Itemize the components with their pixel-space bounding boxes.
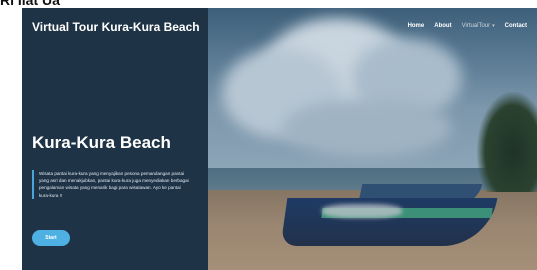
start-button[interactable]: Start <box>32 230 70 246</box>
nav-virtualtour-label: VirtualTour <box>461 23 491 29</box>
nav-about[interactable]: About <box>434 23 451 29</box>
hero-title: Kura-Kura Beach <box>32 133 171 152</box>
hero-description: Wisata pantai kura-kura yang menyajikan … <box>39 171 189 198</box>
nav-virtualtour[interactable]: VirtualTour ▾ <box>462 23 495 29</box>
site-brand[interactable]: Virtual Tour Kura-Kura Beach <box>32 20 200 34</box>
main-nav: Home About VirtualTour ▾ Contact <box>408 23 527 29</box>
clipped-top-caption: Ri Iiat Ua <box>0 0 60 8</box>
nav-home[interactable]: Home <box>408 23 425 29</box>
hero-description-block: Wisata pantai kura-kura yang menyajikan … <box>32 170 192 199</box>
nav-contact[interactable]: Contact <box>505 23 527 29</box>
hero-section: Virtual Tour Kura-Kura Beach Home About … <box>22 8 537 270</box>
chevron-down-icon: ▾ <box>492 23 495 29</box>
